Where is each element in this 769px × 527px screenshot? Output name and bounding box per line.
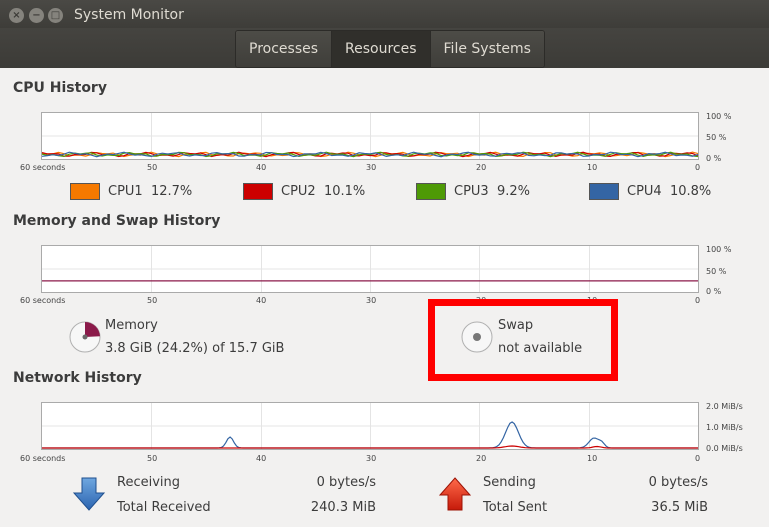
cpu1-label: CPU1: [108, 184, 143, 199]
swap-highlight-box: [428, 299, 618, 381]
net-x-tick: 20: [476, 454, 487, 463]
net-y-tick-1: 1.0 MiB/s: [706, 423, 743, 432]
cpu4-color-swatch[interactable]: [589, 183, 619, 200]
cpu-graph: [41, 112, 699, 160]
cpu-x-tick: 60 seconds: [20, 163, 66, 172]
cpu4-value: 10.8%: [669, 184, 712, 199]
window-title: System Monitor: [74, 7, 184, 23]
cpu2-color-swatch[interactable]: [243, 183, 273, 200]
tab-resources[interactable]: Resources: [332, 31, 431, 67]
net-y-tick-2: 2.0 MiB/s: [706, 402, 743, 411]
legend-cpu3[interactable]: CPU3 9.2%: [416, 183, 530, 200]
tab-processes[interactable]: Processes: [236, 31, 333, 67]
net-x-tick: 0: [695, 454, 701, 463]
cpu-x-tick: 50: [147, 163, 158, 172]
total-sent-value: 36.5 MiB: [651, 500, 708, 515]
net-x-tick: 40: [256, 454, 267, 463]
sending-arrow-icon[interactable]: [438, 476, 472, 512]
receiving-label: Receiving: [117, 475, 181, 490]
cpu-history-title: CPU History: [13, 80, 107, 96]
total-sent-label: Total Sent: [483, 500, 548, 515]
mem-x-tick: 60 seconds: [20, 296, 66, 305]
mem-x-tick: 40: [256, 296, 267, 305]
receiving-value: 0 bytes/s: [316, 475, 376, 490]
net-x-tick: 60 seconds: [20, 454, 66, 463]
cpu2-value: 10.1%: [323, 184, 366, 199]
cpu-x-tick: 40: [256, 163, 267, 172]
cpu-y-tick-50: 50 %: [706, 133, 727, 142]
mem-y-tick-100: 100 %: [706, 245, 732, 254]
memory-detail: 3.8 GiB (24.2%) of 15.7 GiB: [105, 341, 285, 356]
cpu-x-tick: 20: [476, 163, 487, 172]
mem-x-tick: 30: [366, 296, 377, 305]
cpu4-label: CPU4: [627, 184, 662, 199]
memory-pie-icon[interactable]: [68, 320, 102, 354]
cpu-y-tick-0: 0 %: [706, 154, 722, 163]
cpu1-value: 12.7%: [150, 184, 193, 199]
minimize-button[interactable]: −: [29, 8, 44, 23]
tab-bar: Processes Resources File Systems: [235, 30, 545, 68]
net-x-tick: 50: [147, 454, 158, 463]
mem-y-tick-0: 0 %: [706, 287, 722, 296]
net-x-tick: 30: [366, 454, 377, 463]
mem-y-tick-50: 50 %: [706, 267, 727, 276]
mem-x-tick: 0: [695, 296, 701, 305]
cpu2-label: CPU2: [281, 184, 316, 199]
mem-x-tick: 50: [147, 296, 158, 305]
memory-history-title: Memory and Swap History: [13, 213, 221, 229]
memory-label: Memory: [105, 318, 158, 333]
total-received-value: 240.3 MiB: [310, 500, 376, 515]
network-history-title: Network History: [13, 370, 142, 386]
cpu-x-tick: 30: [366, 163, 377, 172]
net-x-tick: 10: [587, 454, 598, 463]
cpu-x-tick: 10: [587, 163, 598, 172]
sending-label: Sending: [483, 475, 536, 490]
legend-cpu1[interactable]: CPU1 12.7%: [70, 183, 192, 200]
cpu-x-tick: 0: [695, 163, 701, 172]
cpu3-label: CPU3: [454, 184, 489, 199]
cpu1-color-swatch[interactable]: [70, 183, 100, 200]
receiving-arrow-icon[interactable]: [72, 476, 106, 512]
sending-value: 0 bytes/s: [648, 475, 708, 490]
cpu3-color-swatch[interactable]: [416, 183, 446, 200]
tab-file-systems[interactable]: File Systems: [430, 31, 544, 67]
close-button[interactable]: ×: [9, 8, 24, 23]
cpu-y-tick-100: 100 %: [706, 112, 732, 121]
memory-graph: [41, 245, 699, 293]
legend-cpu4[interactable]: CPU4 10.8%: [589, 183, 711, 200]
maximize-button[interactable]: □: [48, 8, 63, 23]
cpu3-value: 9.2%: [496, 184, 530, 199]
legend-cpu2[interactable]: CPU2 10.1%: [243, 183, 365, 200]
network-graph: [41, 402, 699, 450]
net-y-tick-0: 0.0 MiB/s: [706, 444, 743, 453]
total-received-label: Total Received: [117, 500, 211, 515]
